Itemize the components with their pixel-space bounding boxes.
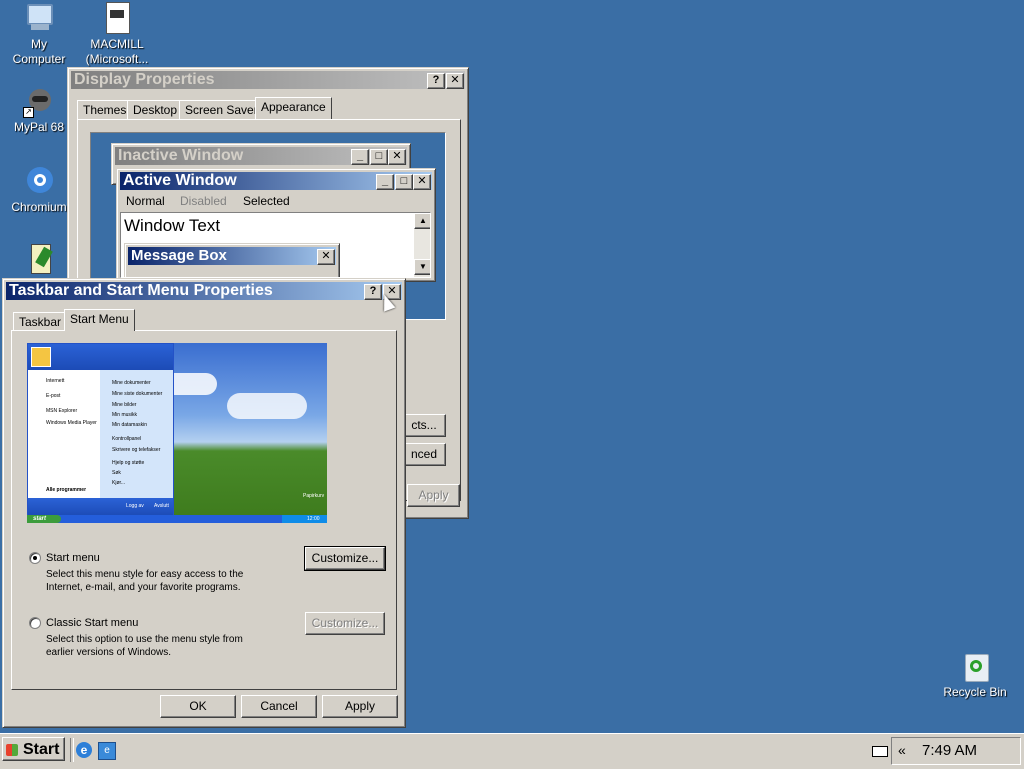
notepad-shortcut-icon[interactable] <box>1 244 77 279</box>
close-icon: ✕ <box>388 149 406 165</box>
window-text-area: Window Text ▲ ▼ Message Box ✕ <box>120 212 431 278</box>
tab-appearance[interactable]: Appearance <box>255 97 332 119</box>
classic-start-menu-radio[interactable] <box>29 617 41 629</box>
raccoon-icon: ↗ <box>23 85 55 118</box>
tab-taskbar[interactable]: Taskbar <box>13 312 68 331</box>
scrollbar: ▲ ▼ <box>414 213 430 277</box>
notepad-icon <box>23 244 55 276</box>
macmill-icon[interactable]: MACMILL (Microsoft... <box>79 2 155 67</box>
window-text: Window Text <box>124 216 221 235</box>
advanced-button[interactable]: nced <box>402 443 446 466</box>
document-icon <box>101 2 133 34</box>
scroll-up-icon: ▲ <box>414 213 430 229</box>
chromium-icon[interactable]: Chromium <box>1 165 77 215</box>
taskbar-properties-window[interactable]: Taskbar and Start Menu Properties ? ✕ Ta… <box>2 278 406 728</box>
cancel-button[interactable]: Cancel <box>241 695 317 718</box>
start-button[interactable]: Start <box>2 737 65 761</box>
classic-desc-2: earlier versions of Windows. <box>46 647 172 658</box>
start-menu-desc-2: Internet, e-mail, and your favorite prog… <box>46 582 241 593</box>
menu-selected: Selected <box>243 194 290 208</box>
start-menu-radio[interactable] <box>29 552 41 564</box>
preview-message-box: Message Box ✕ <box>124 243 340 277</box>
ok-button[interactable]: OK <box>160 695 236 718</box>
taskbar: Start e e « 7:49 AM <box>0 733 1024 769</box>
classic-desc-1: Select this option to use the menu style… <box>46 634 243 645</box>
tab-themes[interactable]: Themes <box>77 100 133 119</box>
menu-disabled: Disabled <box>180 194 227 208</box>
scroll-down-icon: ▼ <box>414 259 430 275</box>
start-menu-pane: Internett E-post MSN Explorer Windows Me… <box>11 330 397 690</box>
apply-button[interactable]: Apply <box>322 695 398 718</box>
minimize-icon: _ <box>376 174 394 190</box>
computer-icon <box>23 2 55 34</box>
quick-launch-separator <box>70 738 74 762</box>
tab-screen-saver[interactable]: Screen Saver <box>179 100 264 119</box>
menu-normal: Normal <box>126 194 165 208</box>
customize-start-button[interactable]: Customize... <box>304 546 386 571</box>
maximize-icon: □ <box>370 149 388 165</box>
window-title: Taskbar and Start Menu Properties <box>9 282 273 299</box>
start-menu-label[interactable]: Start menu <box>46 552 100 564</box>
maximize-icon: □ <box>395 174 413 190</box>
preview-active-window: Active Window _ □ ✕ Normal Disabled Sele… <box>116 168 436 282</box>
classic-start-menu-label[interactable]: Classic Start menu <box>46 617 138 629</box>
start-menu-desc-1: Select this menu style for easy access t… <box>46 569 244 580</box>
recycle-icon <box>959 650 991 682</box>
recycle-bin-icon[interactable]: Recycle Bin <box>937 650 1013 700</box>
preview-start-panel: Internett E-post MSN Explorer Windows Me… <box>27 343 174 517</box>
message-box-title: Message Box <box>131 247 227 264</box>
desktop-launcher-icon[interactable]: e <box>98 742 116 760</box>
close-icon: ✕ <box>413 174 431 190</box>
close-button[interactable]: ✕ <box>446 73 464 89</box>
help-button[interactable]: ? <box>427 73 445 89</box>
close-icon: ✕ <box>317 249 335 265</box>
windows-logo-icon <box>6 744 18 756</box>
customize-classic-button[interactable]: Customize... <box>305 612 385 635</box>
effects-button[interactable]: cts... <box>402 414 446 437</box>
my-computer-icon[interactable]: My Computer <box>1 2 77 67</box>
keyboard-icon[interactable] <box>872 746 888 757</box>
minimize-icon: _ <box>351 149 369 165</box>
display-properties-titlebar[interactable]: Display Properties ? ✕ <box>71 71 465 89</box>
start-menu-preview: Internett E-post MSN Explorer Windows Me… <box>27 343 327 523</box>
inactive-window-title: Inactive Window <box>118 147 244 164</box>
tab-desktop[interactable]: Desktop <box>127 100 184 119</box>
display-apply-button[interactable]: Apply <box>407 484 460 507</box>
tab-start-menu[interactable]: Start Menu <box>64 309 135 331</box>
window-title: Display Properties <box>74 71 215 88</box>
tray-expand-chevron[interactable]: « <box>898 742 906 758</box>
clock[interactable]: 7:49 AM <box>922 742 977 759</box>
mypal-icon[interactable]: ↗ MyPal 68 <box>1 85 77 135</box>
active-window-title: Active Window <box>123 172 237 189</box>
system-tray: « 7:49 AM <box>872 737 1021 765</box>
internet-explorer-icon[interactable]: e <box>76 742 92 758</box>
taskbar-properties-titlebar[interactable]: Taskbar and Start Menu Properties ? ✕ <box>6 282 402 300</box>
chromium-logo-icon <box>23 165 55 197</box>
